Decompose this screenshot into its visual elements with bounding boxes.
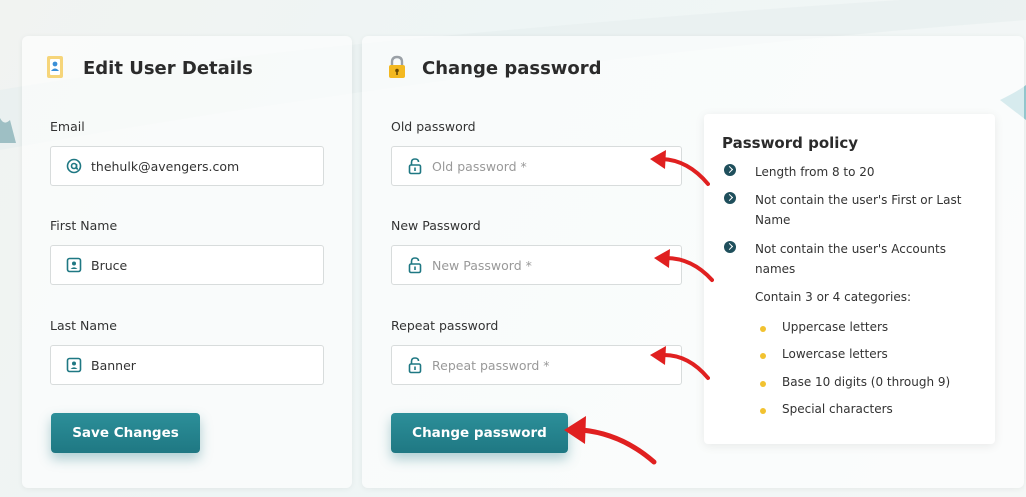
bullet-dot-icon <box>760 408 766 414</box>
category-text: Special characters <box>782 402 893 416</box>
old-password-input[interactable]: Old password * <box>391 146 682 186</box>
change-password-title: Change password <box>422 58 602 79</box>
unlock-icon <box>408 257 422 274</box>
chevron-circle-icon <box>724 164 736 176</box>
new-password-placeholder: New Password * <box>432 258 532 273</box>
new-password-input[interactable]: New Password * <box>391 245 682 285</box>
curved-arrow-icon <box>650 150 710 186</box>
password-policy-panel: Password policy Length from 8 to 20 Not … <box>704 114 995 444</box>
old-password-label: Old password <box>391 119 476 134</box>
email-value: thehulk@avengers.com <box>91 159 240 174</box>
category-text: Base 10 digits (0 through 9) <box>782 375 951 389</box>
last-name-value: Banner <box>91 358 136 373</box>
change-password-button[interactable]: Change password <box>391 413 568 453</box>
last-name-field[interactable]: Banner <box>50 345 324 385</box>
bullet-dot-icon <box>760 326 766 332</box>
first-name-value: Bruce <box>91 258 128 273</box>
user-card-icon <box>47 56 63 78</box>
repeat-password-placeholder: Repeat password * <box>432 358 550 373</box>
password-policy-title: Password policy <box>722 134 859 152</box>
chevron-circle-icon <box>724 241 736 253</box>
email-label: Email <box>50 119 85 134</box>
bullet-dot-icon <box>760 353 766 359</box>
curved-arrow-icon <box>564 416 657 465</box>
person-badge-icon <box>66 357 82 373</box>
edit-user-card: Edit User Details Email thehulk@avengers… <box>22 36 352 488</box>
email-field[interactable]: thehulk@avengers.com <box>50 146 324 186</box>
policy-rule-text: Length from 8 to 20 <box>755 165 875 179</box>
curved-arrow-icon <box>650 346 710 380</box>
person-badge-icon <box>66 257 82 273</box>
categories-heading: Contain 3 or 4 categories: <box>755 290 912 304</box>
edit-user-title: Edit User Details <box>83 58 253 79</box>
old-password-placeholder: Old password * <box>432 159 527 174</box>
bullet-dot-icon <box>760 381 766 387</box>
category-text: Uppercase letters <box>782 320 889 334</box>
chevron-circle-icon <box>724 192 736 204</box>
last-name-label: Last Name <box>50 318 117 333</box>
save-changes-button[interactable]: Save Changes <box>51 413 200 453</box>
padlock-icon <box>389 55 405 78</box>
new-password-label: New Password <box>391 218 481 233</box>
policy-rule-text: Not contain the user's First or Last Nam… <box>755 193 962 227</box>
repeat-password-label: Repeat password <box>391 318 499 333</box>
first-name-label: First Name <box>50 218 118 233</box>
at-icon <box>66 158 82 174</box>
policy-rule-text: Not contain the user's Accounts names <box>755 242 946 276</box>
category-text: Lowercase letters <box>782 347 888 361</box>
curved-arrow-icon <box>654 249 714 282</box>
unlock-icon <box>408 158 422 175</box>
first-name-field[interactable]: Bruce <box>50 245 324 285</box>
unlock-icon <box>408 357 422 374</box>
repeat-password-input[interactable]: Repeat password * <box>391 345 682 385</box>
